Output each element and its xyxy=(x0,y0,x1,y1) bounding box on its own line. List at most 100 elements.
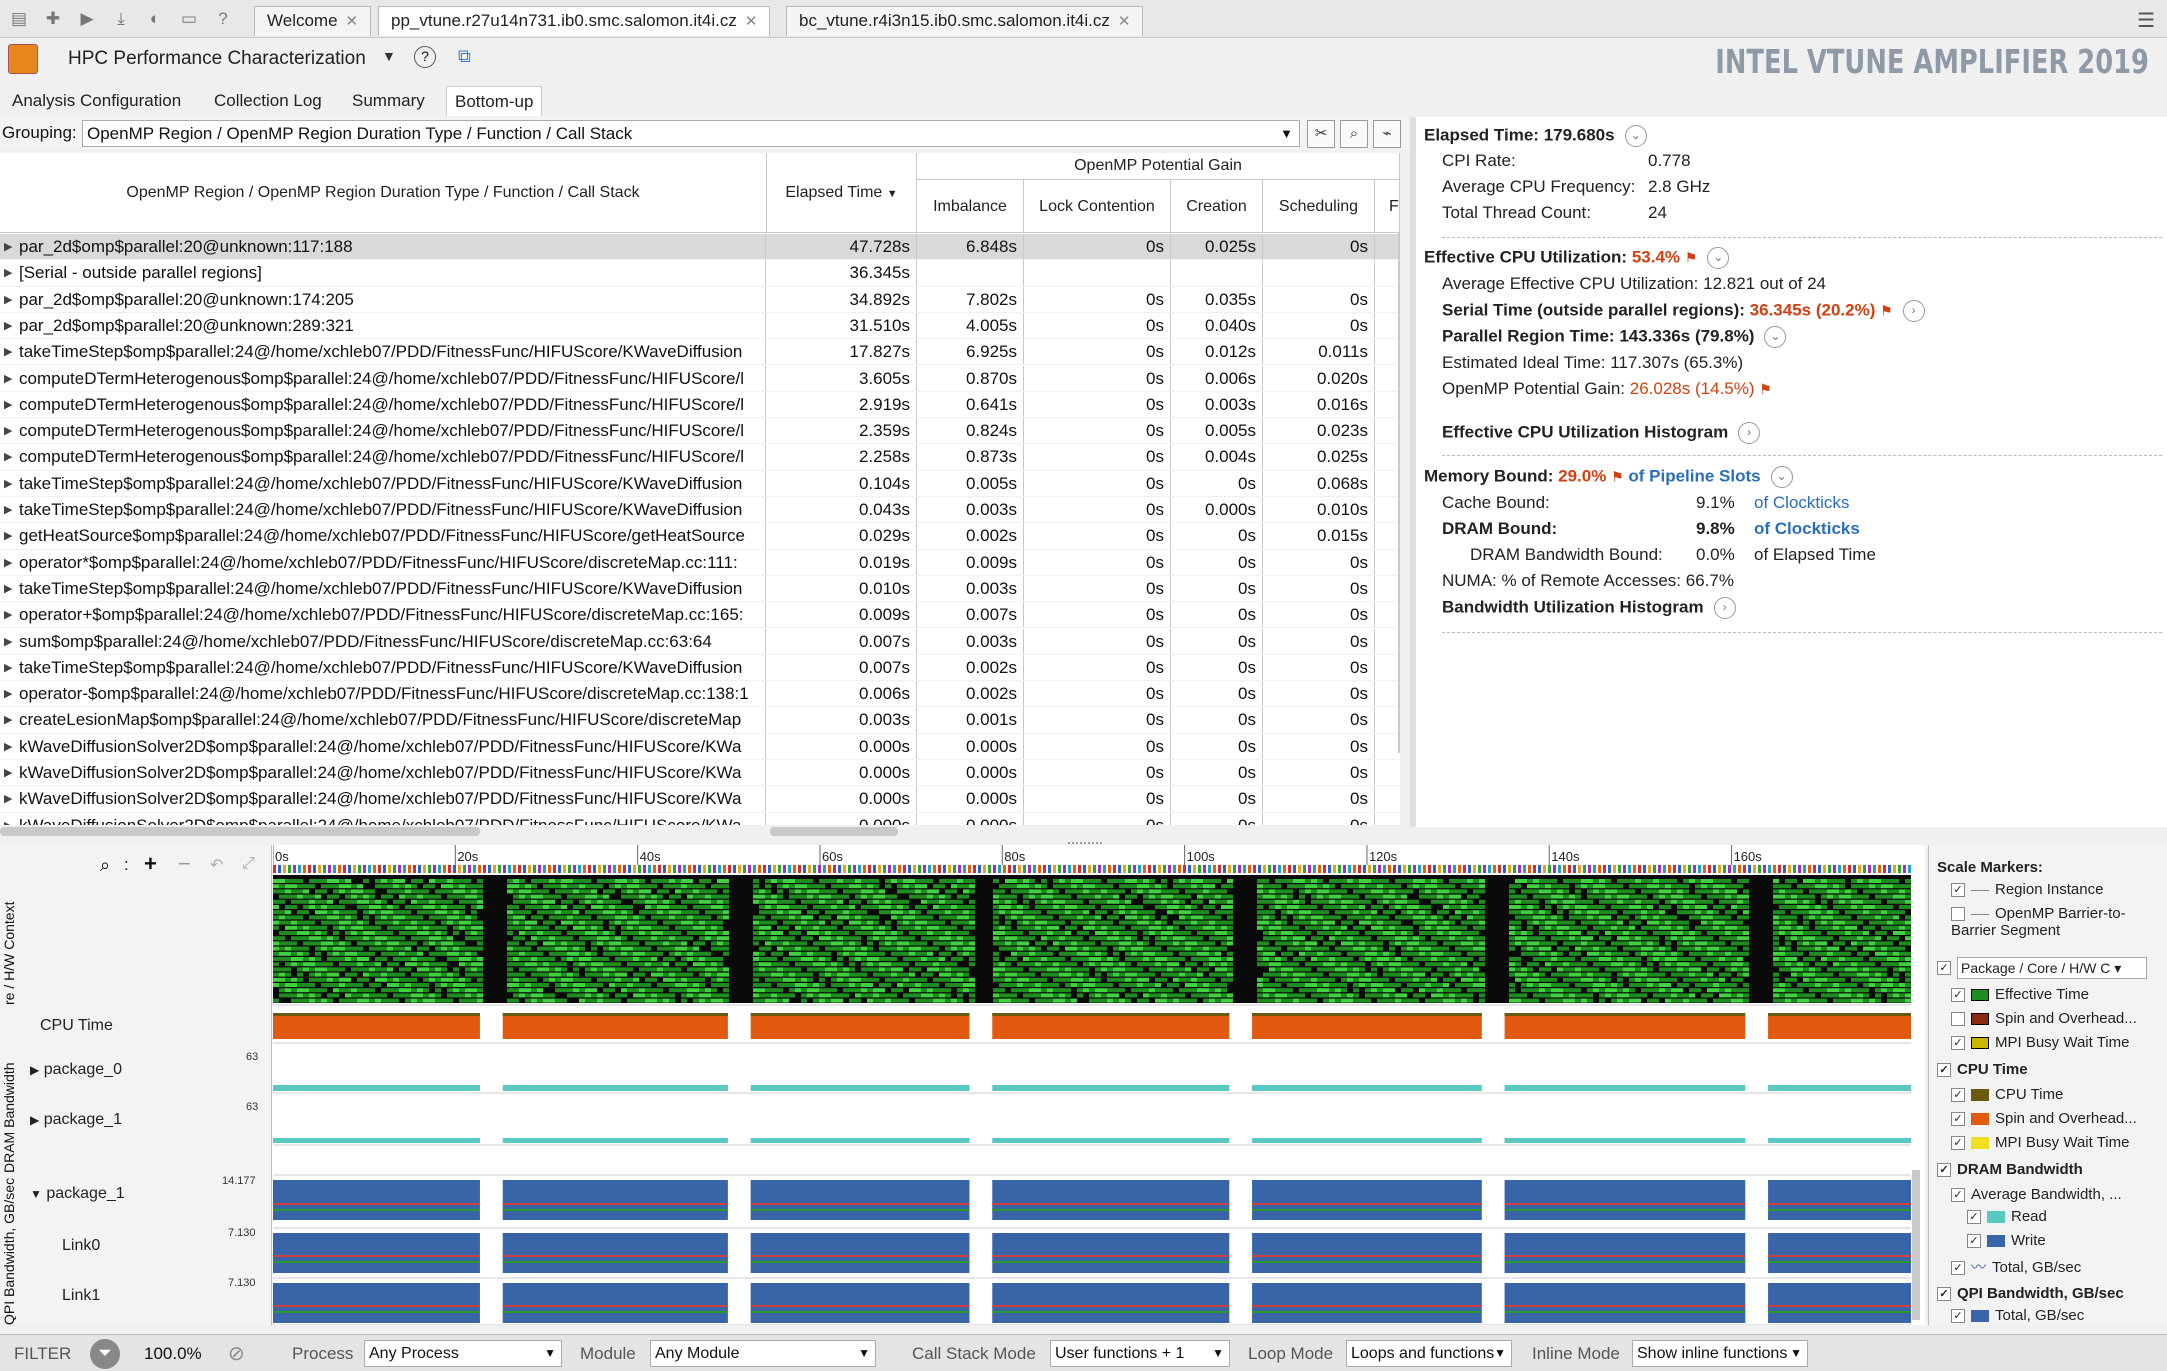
expand-icon[interactable]: ▶ xyxy=(4,339,12,364)
chevron-down-icon[interactable]: ⌄ xyxy=(1624,125,1647,147)
open-icon[interactable]: ▭ xyxy=(178,8,200,30)
chevron-right-icon[interactable]: › xyxy=(1738,422,1761,444)
tab-summary[interactable]: Summary xyxy=(344,86,433,116)
column-header-name[interactable]: OpenMP Region / OpenMP Region Duration T… xyxy=(0,153,767,233)
vertical-scrollbar[interactable] xyxy=(1398,233,1400,753)
reset-zoom-icon[interactable]: ⤢ xyxy=(242,855,255,873)
table-row[interactable]: ▶ par_2d$omp$parallel:20@unknown:174:205 3… xyxy=(0,286,1400,313)
table-row[interactable]: ▶ par_2d$omp$parallel:20@unknown:117:188 4… xyxy=(0,234,1400,261)
column-header-lock[interactable]: Lock Contention xyxy=(1024,180,1171,233)
timeline-chart[interactable]: 0s 20s 40s 60s 80s 100s 120s 140s 160s xyxy=(273,845,1913,1325)
tab-welcome[interactable]: Welcome ✕ xyxy=(254,6,372,36)
expand-icon[interactable]: ▶ xyxy=(4,813,12,825)
column-header-creation[interactable]: Creation xyxy=(1171,180,1263,233)
zoom-search-icon[interactable]: ⌕ xyxy=(100,855,110,876)
table-row[interactable]: ▶ createLesionMap$omp$parallel:24@/home/x… xyxy=(0,707,1400,734)
table-row[interactable]: ▶ sum$omp$parallel:24@/home/xchleb07/PDD/… xyxy=(0,628,1400,655)
table-row[interactable]: ▶ takeTimeStep$omp$parallel:24@/home/xchl… xyxy=(0,497,1400,524)
expand-icon[interactable]: ▶ xyxy=(4,418,12,443)
expand-icon[interactable]: ▶ xyxy=(4,629,12,654)
package-0-row[interactable]: ▶ package_0 xyxy=(30,1061,122,1079)
new-analysis-icon[interactable]: ✚ xyxy=(42,8,64,30)
zoom-out-icon[interactable]: − xyxy=(178,851,191,877)
bandwidth-utilization-histogram[interactable]: Bandwidth Utilization Histogram › xyxy=(1442,597,1736,619)
expand-icon[interactable]: ▶ xyxy=(4,260,12,285)
new-project-icon[interactable]: ▤ xyxy=(8,8,30,30)
expand-icon[interactable]: ▶ xyxy=(4,444,12,469)
table-row[interactable]: ▶ takeTimeStep$omp$parallel:24@/home/xchl… xyxy=(0,575,1400,603)
table-row[interactable]: ▶ takeTimeStep$omp$parallel:24@/home/xchl… xyxy=(0,654,1400,682)
chevron-down-icon[interactable]: ▼ xyxy=(382,48,396,64)
table-row[interactable]: ▶ operator-$omp$parallel:24@/home/xchleb0… xyxy=(0,681,1400,708)
expand-icon[interactable]: ▶ xyxy=(4,760,12,785)
column-header-imbalance[interactable]: Imbalance xyxy=(917,180,1024,233)
help-icon[interactable]: ? xyxy=(414,46,436,68)
expand-icon[interactable]: ▶ xyxy=(4,497,12,522)
expand-icon[interactable]: ▶ xyxy=(4,313,12,338)
horizontal-scrollbar-values[interactable] xyxy=(770,827,898,836)
chevron-down-icon[interactable]: ⌄ xyxy=(1764,326,1787,348)
close-icon[interactable]: ✕ xyxy=(745,13,758,30)
table-row[interactable]: ▶ operator*$omp$parallel:24@/home/xchleb0… xyxy=(0,549,1400,576)
expand-icon[interactable]: ▶ xyxy=(4,681,12,706)
expand-icon[interactable]: ▶ xyxy=(4,287,12,312)
zoom-in-icon[interactable]: + xyxy=(144,851,157,877)
compare-icon[interactable]: ⧉ xyxy=(458,46,471,67)
chevron-down-icon[interactable]: ⌄ xyxy=(1707,247,1730,269)
close-icon[interactable]: ✕ xyxy=(1118,13,1131,30)
menu-icon[interactable]: ☰ xyxy=(2137,8,2155,33)
table-row[interactable]: ▶ operator+$omp$parallel:24@/home/xchleb0… xyxy=(0,602,1400,629)
table-row[interactable]: ▶ getHeatSource$omp$parallel:24@/home/xch… xyxy=(0,523,1400,550)
table-row[interactable]: ▶ par_2d$omp$parallel:20@unknown:289:321 3… xyxy=(0,312,1400,340)
table-row[interactable]: ▶kWaveDiffusionSolver2D$omp$parallel:24@… xyxy=(0,812,1400,825)
search-icon[interactable]: ⌕ xyxy=(1340,120,1368,148)
expand-icon[interactable]: ▶ xyxy=(4,392,12,417)
help-icon[interactable]: ? xyxy=(212,8,234,30)
expand-icon[interactable]: ▶ xyxy=(4,550,12,575)
expand-icon[interactable]: ▶ xyxy=(4,523,12,548)
tab-analysis-configuration[interactable]: Analysis Configuration xyxy=(4,86,189,116)
compare-icon[interactable]: ◐ xyxy=(144,8,166,30)
undo-zoom-icon[interactable]: ↶ xyxy=(210,855,223,875)
expand-icon[interactable]: ▶ xyxy=(4,707,12,732)
table-row[interactable]: ▶ [Serial - outside parallel regions] 36.3… xyxy=(0,260,1400,287)
expand-icon[interactable]: ▶ xyxy=(4,734,12,759)
tab-bc-vtune[interactable]: bc_vtune.r4i3n15.ib0.smc.salomon.it4i.cz… xyxy=(786,6,1144,36)
table-row[interactable]: ▶kWaveDiffusionSolver2D$omp$parallel:24@… xyxy=(0,786,1400,813)
call-tree-icon[interactable]: ⌁ xyxy=(1373,120,1401,148)
collapse-icon[interactable]: ▼ xyxy=(30,1187,42,1201)
expand-icon[interactable]: ▶ xyxy=(4,366,12,391)
grouping-select[interactable]: OpenMP Region / OpenMP Region Duration T… xyxy=(82,120,1300,147)
import-icon[interactable]: ⤓ xyxy=(110,8,132,30)
chevron-right-icon[interactable]: › xyxy=(1902,300,1925,322)
tab-bottom-up[interactable]: Bottom-up xyxy=(446,86,543,116)
table-row[interactable]: ▶ computeDTermHeterogenous$omp$parallel:2… xyxy=(0,365,1400,392)
table-row[interactable]: ▶ takeTimeStep$omp$parallel:24@/home/xchl… xyxy=(0,470,1400,497)
package-1-row[interactable]: ▶ package_1 xyxy=(30,1111,122,1129)
column-header-scheduling[interactable]: Scheduling xyxy=(1263,180,1375,233)
table-row[interactable]: ▶ computeDTermHeterogenous$omp$parallel:2… xyxy=(0,418,1400,445)
expand-icon[interactable]: ▶ xyxy=(30,1113,39,1127)
link0-row[interactable]: Link0 xyxy=(62,1237,100,1255)
close-icon[interactable]: ✕ xyxy=(346,13,359,30)
column-header-truncated[interactable]: F xyxy=(1375,180,1400,233)
splitter[interactable] xyxy=(1410,117,1416,827)
link1-row[interactable]: Link1 xyxy=(62,1287,100,1305)
customize-grouping-icon[interactable]: ✂ xyxy=(1307,120,1335,148)
table-row[interactable]: ▶ computeDTermHeterogenous$omp$parallel:2… xyxy=(0,391,1400,419)
expand-icon[interactable]: ▶ xyxy=(4,602,12,627)
horizontal-scrollbar[interactable] xyxy=(0,827,480,836)
table-row[interactable]: ▶ takeTimeStep$omp$parallel:24@/home/xchl… xyxy=(0,339,1400,366)
expand-icon[interactable]: ▶ xyxy=(4,576,12,601)
expand-icon[interactable]: ▶ xyxy=(30,1063,39,1077)
start-analysis-icon[interactable]: ▶ xyxy=(76,8,98,30)
table-row[interactable]: ▶kWaveDiffusionSolver2D$omp$parallel:24@… xyxy=(0,733,1400,760)
chevron-down-icon[interactable]: ⌄ xyxy=(1770,466,1793,488)
table-row[interactable]: ▶ computeDTermHeterogenous$omp$parallel:2… xyxy=(0,444,1400,471)
expand-icon[interactable]: ▶ xyxy=(4,471,12,496)
column-header-elapsed[interactable]: Elapsed Time ▼ xyxy=(767,153,917,233)
tab-collection-log[interactable]: Collection Log xyxy=(206,86,330,116)
expand-icon[interactable]: ▶ xyxy=(4,786,12,811)
cpu-utilization-histogram[interactable]: Effective CPU Utilization Histogram › xyxy=(1442,422,1761,444)
table-row[interactable]: ▶kWaveDiffusionSolver2D$omp$parallel:24@… xyxy=(0,760,1400,787)
